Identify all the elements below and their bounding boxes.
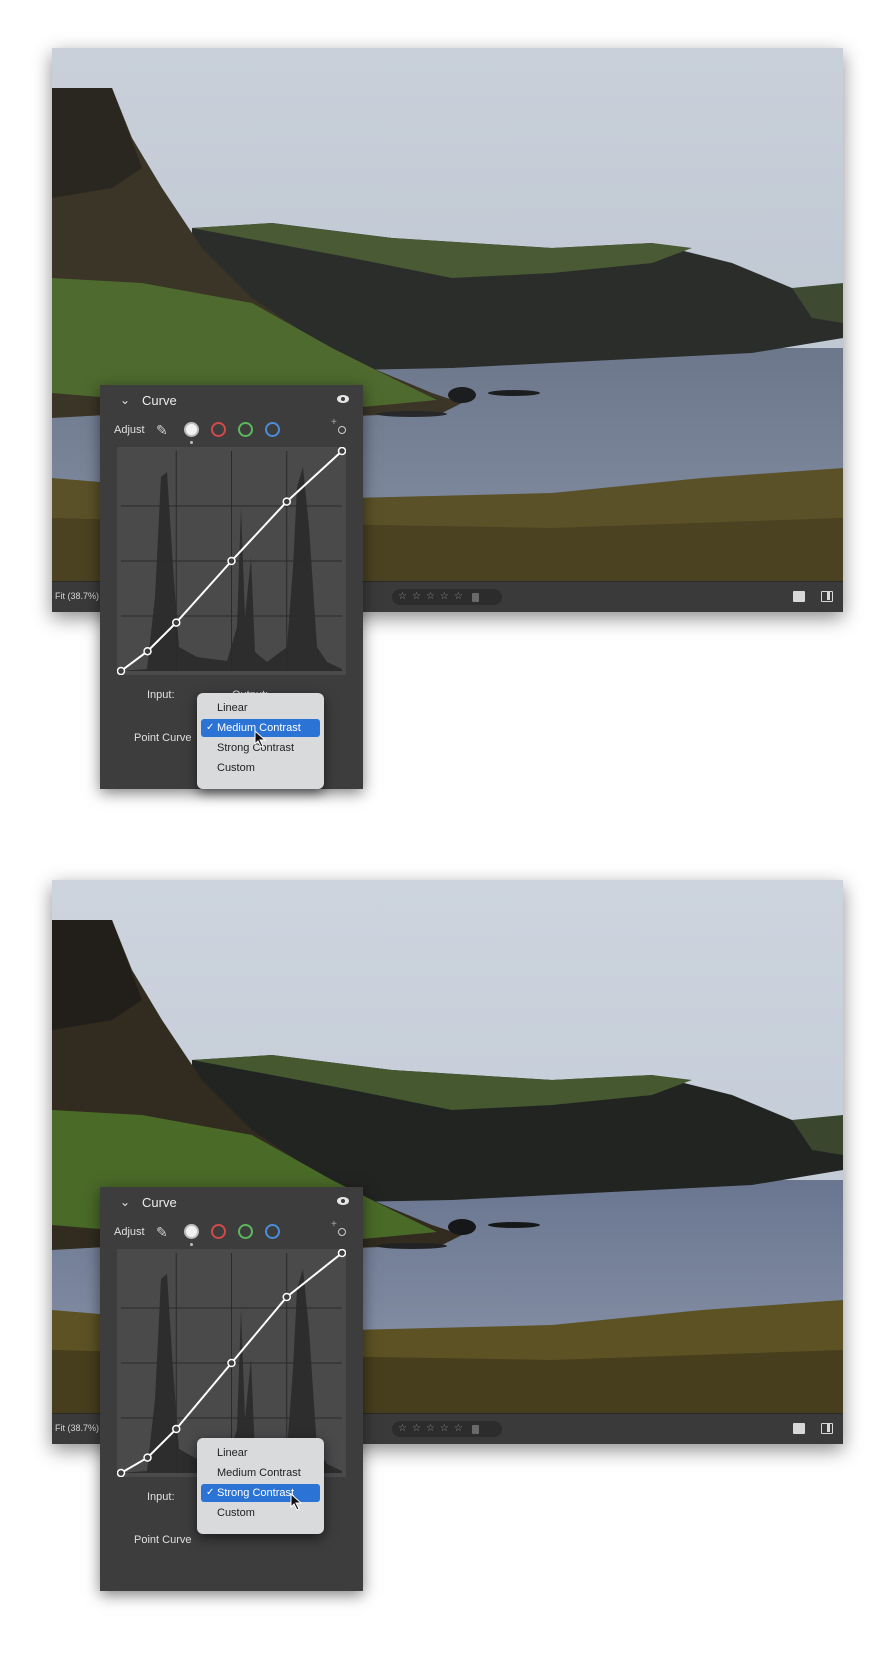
input-label: Input: (147, 689, 175, 701)
panel-title: Curve (142, 1195, 177, 1210)
menu-item-linear[interactable]: Linear (201, 1444, 320, 1462)
star-icon[interactable]: ☆ (454, 1424, 463, 1434)
star-icon[interactable]: ☆ (454, 592, 463, 602)
blue-channel-button[interactable] (265, 422, 280, 437)
sidebar-toggle-icon[interactable] (821, 1423, 833, 1434)
adjust-row: Adjust ✎ (100, 415, 363, 445)
add-point-icon[interactable] (331, 1219, 349, 1239)
selected-channel-indicator (190, 441, 193, 444)
star-icon[interactable]: ☆ (440, 1424, 449, 1434)
curve-point[interactable] (337, 1249, 346, 1258)
zoom-fit-label[interactable]: Fit (38.7%) (55, 1423, 99, 1433)
curve-point[interactable] (143, 1453, 152, 1462)
star-icon[interactable]: ☆ (412, 592, 421, 602)
selected-channel-indicator (190, 1243, 193, 1246)
panel-title: Curve (142, 393, 177, 408)
single-view-icon[interactable] (793, 591, 805, 602)
eyedropper-icon[interactable]: ✎ (156, 1225, 168, 1241)
point-curve-label: Point Curve (134, 732, 192, 744)
star-rating[interactable]: ☆ ☆ ☆ ☆ ☆ (392, 589, 502, 605)
mouse-cursor-icon (290, 1493, 303, 1511)
blue-channel-button[interactable] (265, 1224, 280, 1239)
adjust-row: Adjust ✎ (100, 1217, 363, 1247)
eye-icon[interactable] (337, 1197, 349, 1205)
sidebar-toggle-icon[interactable] (821, 591, 833, 602)
chevron-down-icon[interactable]: ⌄ (120, 393, 130, 407)
curve-point[interactable] (172, 618, 181, 627)
add-point-icon[interactable] (331, 417, 349, 437)
mouse-cursor-icon (254, 730, 267, 748)
curve-point[interactable] (227, 1358, 236, 1368)
luminance-channel-button[interactable] (184, 1224, 199, 1239)
curve-point[interactable] (117, 1468, 126, 1477)
curve-point[interactable] (172, 1424, 181, 1434)
curve-graph[interactable] (117, 447, 346, 675)
point-curve-label: Point Curve (134, 1534, 192, 1546)
curve-point[interactable] (143, 646, 152, 656)
screenshot-strong-contrast: Fit (38.7%) ☆ ☆ ☆ ☆ ☆ ⌄ Curve Adjust ✎ +… (0, 832, 882, 1662)
star-icon[interactable]: ☆ (426, 592, 435, 602)
green-channel-button[interactable] (238, 422, 253, 437)
curve-panel-header[interactable]: ⌄ Curve (100, 1187, 363, 1217)
input-label: Input: (147, 1491, 175, 1503)
checkmark-icon: ✓ (206, 722, 215, 733)
checkmark-icon: ✓ (206, 1487, 215, 1498)
curve-point[interactable] (282, 497, 291, 506)
curve-panel-header[interactable]: ⌄ Curve (100, 385, 363, 415)
star-rating[interactable]: ☆ ☆ ☆ ☆ ☆ (392, 1421, 502, 1437)
menu-item-medium-contrast[interactable]: Medium Contrast (201, 1464, 320, 1482)
curve-point[interactable] (337, 447, 346, 456)
eyedropper-icon[interactable]: ✎ (156, 423, 168, 439)
red-channel-button[interactable] (211, 422, 226, 437)
zoom-fit-label[interactable]: Fit (38.7%) (55, 591, 99, 601)
curve-point[interactable] (117, 666, 126, 675)
point-curve-row: Point Curve (100, 1532, 363, 1552)
green-channel-button[interactable] (238, 1224, 253, 1239)
single-view-icon[interactable] (793, 1423, 805, 1434)
point-curve-menu: Linear Medium Contrast ✓ Strong Contrast … (197, 1438, 324, 1534)
star-icon[interactable]: ☆ (398, 592, 407, 602)
eye-icon[interactable] (337, 395, 349, 403)
screenshot-medium-contrast: Fit (38.7%) ☆ ☆ ☆ ☆ ☆ ⌄ Curve Adjust ✎ +… (0, 0, 882, 830)
menu-item-custom[interactable]: Custom (201, 759, 320, 777)
reject-icon[interactable] (471, 592, 479, 602)
luminance-channel-button[interactable] (184, 422, 199, 437)
menu-item-linear[interactable]: Linear (201, 699, 320, 717)
chevron-down-icon[interactable]: ⌄ (120, 1195, 130, 1209)
star-icon[interactable]: ☆ (412, 1424, 421, 1434)
curve-point[interactable] (282, 1292, 291, 1302)
red-channel-button[interactable] (211, 1224, 226, 1239)
star-icon[interactable]: ☆ (398, 1424, 407, 1434)
reject-icon[interactable] (471, 1424, 479, 1434)
star-icon[interactable]: ☆ (440, 592, 449, 602)
curve-point[interactable] (227, 556, 236, 566)
adjust-label: Adjust (114, 424, 145, 436)
star-icon[interactable]: ☆ (426, 1424, 435, 1434)
adjust-label: Adjust (114, 1226, 145, 1238)
